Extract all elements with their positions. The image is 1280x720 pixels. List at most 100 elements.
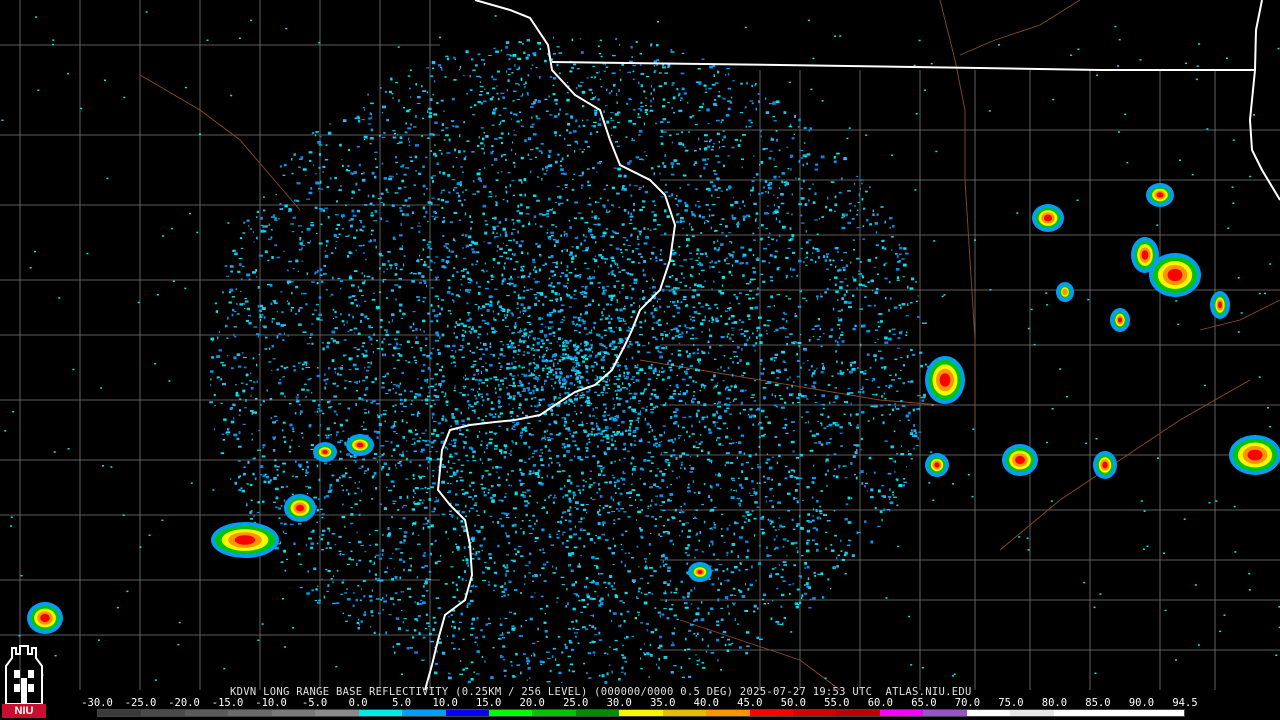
echo-pixel (552, 572, 556, 574)
echo-pixel (446, 448, 449, 451)
echo-pixel (435, 499, 439, 503)
echo-pixel (427, 312, 430, 315)
echo-pixel (540, 323, 544, 326)
echo-pixel (409, 647, 413, 649)
echo-pixel (733, 293, 736, 296)
echo-pixel (607, 378, 609, 381)
echo-pixel (650, 84, 652, 88)
echo-pixel (436, 333, 439, 337)
echo-pixel (431, 510, 435, 513)
echo-pixel (442, 171, 446, 175)
echo-pixel (428, 115, 432, 118)
echo-pixel (611, 90, 613, 93)
echo-pixel (875, 393, 878, 396)
echo-pixel (358, 467, 362, 469)
echo-pixel (500, 309, 504, 312)
echo-pixel (684, 201, 687, 205)
echo-pixel (455, 321, 457, 324)
echo-pixel (373, 175, 377, 179)
echo-pixel (534, 223, 537, 226)
echo-pixel (701, 350, 704, 353)
echo-pixel (481, 477, 483, 480)
echo-pixel (491, 499, 495, 502)
echo-pixel (866, 330, 871, 333)
echo-pixel (737, 623, 740, 625)
echo-pixel (502, 265, 505, 267)
echo-pixel (913, 429, 917, 433)
echo-pixel (798, 259, 802, 263)
echo-pixel (847, 190, 851, 192)
echo-pixel (578, 563, 580, 566)
echo-pixel (503, 377, 508, 380)
echo-pixel (594, 391, 597, 393)
echo-pixel (650, 532, 652, 534)
echo-pixel (628, 97, 632, 101)
echo-pixel (566, 450, 570, 453)
echo-pixel (529, 470, 532, 473)
echo-pixel (559, 275, 562, 278)
echo-pixel (615, 247, 620, 250)
echo-pixel (557, 635, 561, 638)
echo-pixel (748, 413, 750, 416)
echo-pixel (744, 521, 747, 524)
echo-pixel (515, 366, 517, 369)
echo-pixel (498, 114, 502, 116)
echo-pixel (741, 158, 744, 160)
echo-pixel (650, 462, 654, 464)
echo-pixel (623, 371, 625, 375)
echo-pixel (490, 407, 495, 411)
echo-pixel (619, 291, 621, 294)
echo-pixel (707, 307, 712, 310)
echo-pixel (878, 326, 881, 328)
echo-pixel (616, 101, 618, 104)
echo-pixel (463, 446, 465, 449)
echo-pixel (579, 291, 583, 294)
echo-pixel (476, 514, 480, 516)
echo-pixel (520, 472, 525, 476)
echo-pixel (794, 602, 799, 605)
echo-pixel (527, 306, 531, 310)
echo-pixel (734, 618, 736, 621)
echo-pixel (740, 246, 745, 249)
echo-pixel (696, 352, 700, 355)
echo-pixel (713, 374, 716, 378)
echo-pixel (395, 464, 397, 467)
echo-pixel (753, 414, 756, 418)
echo-pixel (659, 494, 664, 498)
echo-pixel (453, 79, 457, 81)
echo-pixel (597, 98, 600, 101)
echo-pixel (414, 651, 418, 654)
echo-pixel (717, 70, 720, 74)
echo-pixel (560, 234, 562, 237)
echo-pixel (578, 374, 581, 377)
echo-pixel (679, 520, 682, 522)
echo-pixel (467, 400, 470, 403)
echo-pixel (359, 228, 363, 232)
echo-pixel (323, 209, 326, 212)
echo-pixel (601, 366, 605, 370)
echo-pixel (754, 501, 758, 504)
echo-pixel (326, 345, 330, 349)
echo-pixel (291, 427, 295, 431)
echo-pixel (654, 628, 658, 631)
echo-pixel (434, 121, 438, 124)
echo-pixel (499, 412, 502, 416)
echo-pixel (659, 635, 662, 639)
echo-pixel (696, 248, 700, 252)
echo-pixel (823, 255, 826, 259)
echo-pixel (604, 452, 607, 455)
echo-pixel (479, 85, 484, 88)
echo-pixel (520, 265, 523, 269)
echo-pixel (786, 555, 788, 557)
echo-pixel (751, 480, 754, 483)
echo-pixel (473, 409, 476, 412)
echo-pixel (474, 303, 478, 306)
echo-pixel (563, 454, 566, 458)
echo-pixel (837, 554, 840, 557)
echo-pixel (446, 482, 450, 484)
echo-pixel (725, 452, 730, 455)
echo-pixel (272, 358, 276, 360)
echo-pixel (765, 97, 767, 100)
echo-pixel (536, 199, 540, 202)
echo-pixel (505, 570, 510, 573)
